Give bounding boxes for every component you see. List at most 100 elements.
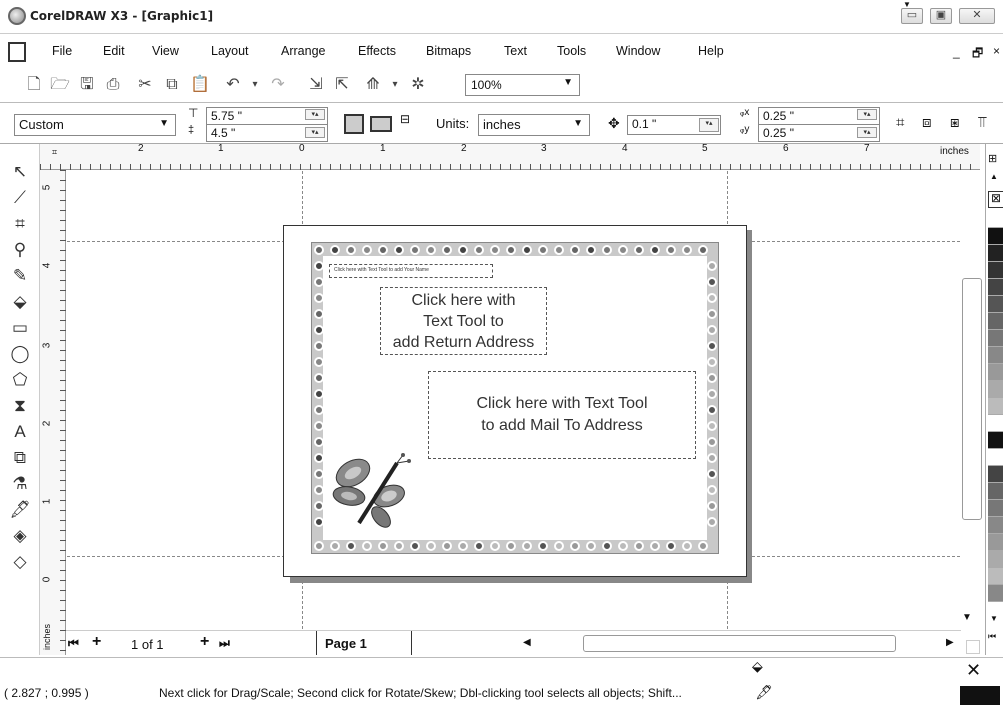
scroll-left-icon[interactable]: ◀ xyxy=(523,637,531,648)
scroll-down-icon[interactable]: ▼ xyxy=(962,612,972,623)
menu-file[interactable]: File xyxy=(52,44,72,58)
doc-minimize-button[interactable]: _ xyxy=(953,45,960,59)
first-page-button[interactable]: ⏮ xyxy=(68,636,79,651)
return-address-frame[interactable]: Click here with Text Tool to add Return … xyxy=(380,287,547,355)
color-swatch[interactable] xyxy=(988,313,1003,330)
close-button[interactable]: ✕ xyxy=(959,8,995,24)
undo-icon[interactable]: ↶ xyxy=(223,75,243,95)
menu-bitmaps[interactable]: Bitmaps xyxy=(426,44,471,58)
menu-view[interactable]: View xyxy=(152,44,179,58)
color-swatch[interactable] xyxy=(988,245,1003,262)
no-fill-indicator-icon[interactable]: ✕ xyxy=(966,660,981,681)
minimize-button[interactable]: ▭ xyxy=(901,8,923,24)
outline-tool-icon[interactable]: 🖋 xyxy=(8,498,32,522)
color-swatch[interactable] xyxy=(988,347,1003,364)
pick-tool-icon[interactable]: ↖ xyxy=(8,160,32,184)
horizontal-ruler[interactable]: ⌗ 2 1 0 1 2 3 4 5 6 7 inches xyxy=(40,143,980,170)
horizontal-scroll-thumb[interactable] xyxy=(583,635,896,652)
menu-layout[interactable]: Layout xyxy=(211,44,249,58)
color-swatch[interactable] xyxy=(988,262,1003,279)
copy-icon[interactable]: ⧉ xyxy=(162,75,182,95)
color-swatch[interactable] xyxy=(988,381,1003,398)
navigator-corner-button[interactable] xyxy=(966,640,980,654)
color-swatch[interactable] xyxy=(988,211,1003,228)
color-swatch[interactable] xyxy=(988,585,1003,602)
palette-flyout-icon[interactable]: ⊞ xyxy=(988,152,997,165)
color-swatch[interactable] xyxy=(988,432,1003,449)
color-swatch[interactable] xyxy=(988,534,1003,551)
doc-restore-button[interactable]: 🗗 xyxy=(972,44,983,65)
color-swatch[interactable] xyxy=(988,551,1003,568)
dup-y-spinner[interactable]: ▾▴ xyxy=(857,127,877,138)
menu-help[interactable]: Help xyxy=(698,44,724,58)
snap-to-objects-icon[interactable]: ⧆ xyxy=(950,114,960,131)
fill-tool-icon[interactable]: ◈ xyxy=(8,524,32,548)
name-text-frame[interactable]: Click here with Text Tool to add Your Na… xyxy=(329,264,493,278)
page-size-select[interactable]: Custom ▼ xyxy=(14,114,176,136)
import-icon[interactable]: ⇲ xyxy=(306,75,326,95)
landscape-icon[interactable] xyxy=(370,116,392,132)
smart-fill-tool-icon[interactable]: ⬙ xyxy=(8,290,32,314)
menu-arrange[interactable]: Arrange xyxy=(281,44,325,58)
add-page-before-button[interactable]: + xyxy=(92,633,101,651)
crop-tool-icon[interactable]: ⌗ xyxy=(8,212,32,236)
welcome-screen-icon[interactable]: ✲ xyxy=(408,75,428,95)
drawing-canvas[interactable]: Click here with Text Tool to add Your Na… xyxy=(67,171,960,629)
color-swatch[interactable] xyxy=(988,466,1003,483)
color-swatch[interactable] xyxy=(988,568,1003,585)
rectangle-tool-icon[interactable]: ▭ xyxy=(8,316,32,340)
menu-text[interactable]: Text xyxy=(504,44,527,58)
color-swatch[interactable] xyxy=(988,517,1003,534)
add-page-after-button[interactable]: + xyxy=(200,633,209,651)
vertical-scroll-thumb[interactable] xyxy=(962,278,982,520)
redo-icon[interactable]: ↷ xyxy=(268,75,288,95)
color-swatch[interactable] xyxy=(988,228,1003,245)
page-tab-page-1[interactable]: Page 1 xyxy=(316,631,412,655)
color-swatch[interactable] xyxy=(988,483,1003,500)
export-icon[interactable]: ⇱ xyxy=(332,75,352,95)
menu-effects[interactable]: Effects xyxy=(358,44,396,58)
print-icon[interactable]: ⎙ xyxy=(103,75,123,95)
units-select[interactable]: inches ▼ xyxy=(478,114,590,136)
color-swatch[interactable] xyxy=(988,330,1003,347)
nudge-spinner[interactable]: ▾▴ xyxy=(699,118,719,132)
maximize-button[interactable]: ▣ xyxy=(930,8,952,24)
undo-dropdown-icon[interactable]: ▾ xyxy=(245,75,265,95)
basic-shapes-tool-icon[interactable]: ⧗ xyxy=(8,394,32,418)
mail-to-address-frame[interactable]: Click here with Text Tool to add Mail To… xyxy=(428,371,696,459)
height-spinner[interactable]: ▾▴ xyxy=(305,127,325,138)
cut-icon[interactable]: ✂ xyxy=(135,75,155,95)
palette-scroll-up-icon[interactable]: ▲ xyxy=(990,172,998,181)
dynamic-guides-icon[interactable]: ⫪ xyxy=(978,114,986,131)
shape-tool-icon[interactable]: ⟋ xyxy=(8,186,32,210)
doc-close-button[interactable]: × xyxy=(993,44,1000,58)
paste-icon[interactable]: 📋 xyxy=(190,75,210,95)
snap-to-grid-icon[interactable]: ⌗ xyxy=(896,114,904,131)
width-spinner[interactable]: ▾▴ xyxy=(305,109,325,120)
ruler-origin-icon[interactable]: ⌗ xyxy=(52,147,57,158)
eyedropper-tool-icon[interactable]: ⚗ xyxy=(8,472,32,496)
open-icon[interactable]: 🗁 xyxy=(50,75,70,95)
new-icon[interactable]: 🗋 xyxy=(24,75,44,95)
zoom-level-select[interactable]: 100% ▼ xyxy=(465,74,580,96)
save-icon[interactable]: 🖫 xyxy=(77,75,97,95)
application-launcher-icon[interactable]: ⟰ xyxy=(363,75,383,95)
palette-scroll-down-icon[interactable]: ▼ xyxy=(990,614,998,623)
menu-window[interactable]: Window xyxy=(616,44,660,58)
interactive-fill-tool-icon[interactable]: ◇ xyxy=(8,550,32,574)
color-swatch[interactable] xyxy=(988,415,1003,432)
launcher-dropdown-icon[interactable]: ▾ xyxy=(385,75,405,95)
interactive-blend-tool-icon[interactable]: ⧉ xyxy=(8,446,32,470)
ellipse-tool-icon[interactable]: ◯ xyxy=(8,342,32,366)
color-swatch[interactable] xyxy=(988,364,1003,381)
vertical-ruler[interactable]: 5 4 3 2 1 0 inches xyxy=(40,170,66,655)
menu-tools[interactable]: Tools xyxy=(557,44,586,58)
all-pages-icon[interactable]: ⊟ xyxy=(400,112,410,126)
color-swatch[interactable] xyxy=(988,296,1003,313)
color-swatch[interactable] xyxy=(988,449,1003,466)
dup-x-spinner[interactable]: ▾▴ xyxy=(857,109,877,120)
freehand-tool-icon[interactable]: ✎ xyxy=(8,264,32,288)
palette-expand-icon[interactable]: ⏮ xyxy=(988,631,996,642)
butterfly-clipart[interactable] xyxy=(329,451,419,531)
menu-edit[interactable]: Edit xyxy=(103,44,125,58)
